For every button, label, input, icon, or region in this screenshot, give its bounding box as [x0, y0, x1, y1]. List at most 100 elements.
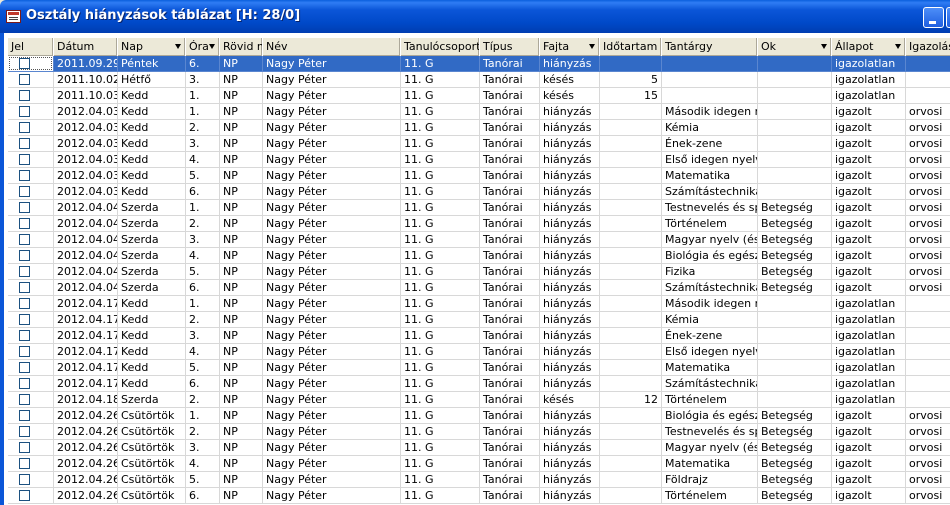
filter-dropdown-icon[interactable]	[589, 44, 595, 49]
cell-idotartam	[600, 152, 662, 168]
table-row[interactable]: 2011.09.29. Péntek 6. NP Nagy Péter 11. G Tanó…	[8, 56, 950, 72]
cell-nev: Nagy Péter	[263, 344, 401, 360]
mark-checkbox[interactable]	[19, 122, 30, 133]
mark-checkbox[interactable]	[19, 90, 30, 101]
mark-checkbox[interactable]	[19, 138, 30, 149]
table-row[interactable]: 2012.04.04. Szerda 5. NP Nagy Péter 11. G Tanó…	[8, 264, 950, 280]
mark-checkbox[interactable]	[19, 346, 30, 357]
mark-checkbox[interactable]	[19, 410, 30, 421]
table-row[interactable]: 2012.04.04. Szerda 1. NP Nagy Péter 11. G Tanó…	[8, 200, 950, 216]
table-row[interactable]: 2011.10.02. Hétfő 3. NP Nagy Péter 11. G Tanór…	[8, 72, 950, 88]
table-row[interactable]: 2011.10.03. Kedd 1. NP Nagy Péter 11. G Tanóra…	[8, 88, 950, 104]
mark-checkbox[interactable]	[19, 234, 30, 245]
mark-checkbox[interactable]	[19, 266, 30, 277]
table-row[interactable]: 2012.04.03. Kedd 5. NP Nagy Péter 11. G Tanóra…	[8, 168, 950, 184]
cell-igazolas	[906, 296, 950, 312]
mark-checkbox[interactable]	[19, 362, 30, 373]
cell-nap: Hétfő	[118, 72, 186, 88]
table-row[interactable]: 2012.04.17. Kedd 1. NP Nagy Péter 11. G Tanóra…	[8, 296, 950, 312]
minimize-button[interactable]	[923, 7, 944, 28]
mark-checkbox[interactable]	[19, 250, 30, 261]
cell-nap: Szerda	[118, 264, 186, 280]
mark-checkbox[interactable]	[19, 218, 30, 229]
mark-checkbox[interactable]	[19, 106, 30, 117]
cell-tipus: Tanórai	[480, 248, 540, 264]
table-row[interactable]: 2012.04.17. Kedd 5. NP Nagy Péter 11. G Tanóra…	[8, 360, 950, 376]
table-row[interactable]: 2012.04.03. Kedd 2. NP Nagy Péter 11. G Tanóra…	[8, 120, 950, 136]
mark-checkbox[interactable]	[19, 170, 30, 181]
mark-checkbox[interactable]	[19, 74, 30, 85]
table-row[interactable]: 2012.04.17. Kedd 2. NP Nagy Péter 11. G Tanóra…	[8, 312, 950, 328]
mark-checkbox[interactable]	[19, 202, 30, 213]
mark-checkbox[interactable]	[19, 330, 30, 341]
table-row[interactable]: 2012.04.18. Szerda 2. NP Nagy Péter 11. G Tanó…	[8, 392, 950, 408]
absence-grid[interactable]: Jel Dátum Nap Óra Rövid név Név Tanulócs…	[0, 33, 950, 505]
column-header-igazolas[interactable]: Igazolás	[906, 38, 950, 56]
table-row[interactable]: 2012.04.17. Kedd 3. NP Nagy Péter 11. G Tanóra…	[8, 328, 950, 344]
cell-ok	[758, 328, 832, 344]
title-bar[interactable]: Osztály hiányzások táblázat [H: 28/0]	[0, 0, 950, 33]
column-header-rovid-nev[interactable]: Rövid név	[220, 38, 263, 56]
table-row[interactable]: 2012.04.17. Kedd 6. NP Nagy Péter 11. G Tanóra…	[8, 376, 950, 392]
cell-datum: 2012.04.17.	[54, 376, 118, 392]
cell-allapot: igazolt	[832, 424, 906, 440]
table-row[interactable]: 2012.04.03. Kedd 4. NP Nagy Péter 11. G Tanóra…	[8, 152, 950, 168]
table-row[interactable]: 2012.04.26. Csütörtök 1. NP Nagy Péter 11. GT…	[8, 408, 950, 424]
mark-checkbox[interactable]	[19, 394, 30, 405]
table-row[interactable]: 2012.04.26. Csütörtök 2. NP Nagy Péter 11. GT…	[8, 424, 950, 440]
cell-fajta: hiányzás	[540, 248, 600, 264]
cell-tipus: Tanórai	[480, 392, 540, 408]
table-row[interactable]: 2012.04.04. Szerda 3. NP Nagy Péter 11. G Tanó…	[8, 232, 950, 248]
mark-checkbox[interactable]	[19, 314, 30, 325]
column-header-fajta[interactable]: Fajta	[540, 38, 600, 56]
filter-dropdown-icon[interactable]	[821, 44, 827, 49]
column-header-ora[interactable]: Óra	[186, 38, 220, 56]
mark-checkbox[interactable]	[19, 298, 30, 309]
column-header-jel[interactable]: Jel	[8, 38, 54, 56]
table-row[interactable]: 2012.04.03. Kedd 3. NP Nagy Péter 11. G Tanóra…	[8, 136, 950, 152]
cell-rovid-nev: NP	[220, 344, 263, 360]
mark-checkbox[interactable]	[19, 378, 30, 389]
column-header-allapot[interactable]: Állapot	[832, 38, 906, 56]
mark-checkbox[interactable]	[19, 458, 30, 469]
column-header-idotartam[interactable]: Időtartam	[600, 38, 662, 56]
filter-dropdown-icon[interactable]	[895, 44, 901, 49]
cell-nap: Szerda	[118, 392, 186, 408]
column-header-tipus[interactable]: Típus	[480, 38, 540, 56]
column-header-datum[interactable]: Dátum	[54, 38, 118, 56]
mark-checkbox[interactable]	[19, 442, 30, 453]
column-header-ok[interactable]: Ok	[758, 38, 832, 56]
column-header-nap[interactable]: Nap	[118, 38, 186, 56]
table-row[interactable]: 2012.04.03. Kedd 6. NP Nagy Péter 11. G Tanóra…	[8, 184, 950, 200]
mark-checkbox[interactable]	[19, 154, 30, 165]
cell-igazolas: orvosi	[906, 472, 950, 488]
column-header-tanulocsoport[interactable]: Tanulócsoport	[401, 38, 480, 56]
table-row[interactable]: 2012.04.03. Kedd 1. NP Nagy Péter 11. G Tanóra…	[8, 104, 950, 120]
cell-allapot: igazolatlan	[832, 88, 906, 104]
mark-checkbox[interactable]	[19, 490, 30, 501]
table-row[interactable]: 2012.04.26. Csütörtök 3. NP Nagy Péter 11. GT…	[8, 440, 950, 456]
table-row[interactable]: 2012.04.04. Szerda 6. NP Nagy Péter 11. G Tanó…	[8, 280, 950, 296]
cell-ok: Betegség	[758, 456, 832, 472]
column-header-nev[interactable]: Név	[263, 38, 401, 56]
filter-dropdown-icon[interactable]	[209, 44, 215, 49]
table-row[interactable]: 2012.04.26. Csütörtök 6. NP Nagy Péter 11. GT…	[8, 488, 950, 504]
mark-checkbox[interactable]	[19, 474, 30, 485]
cell-fajta: hiányzás	[540, 328, 600, 344]
cell-ok	[758, 312, 832, 328]
mark-checkbox[interactable]	[19, 186, 30, 197]
table-row[interactable]: 2012.04.17. Kedd 4. NP Nagy Péter 11. G Tanóra…	[8, 344, 950, 360]
cell-nev: Nagy Péter	[263, 56, 401, 72]
mark-checkbox[interactable]	[19, 282, 30, 293]
table-row[interactable]: 2012.04.26. Csütörtök 4. NP Nagy Péter 11. GT…	[8, 456, 950, 472]
mark-checkbox[interactable]	[19, 426, 30, 437]
cell-fajta: hiányzás	[540, 216, 600, 232]
table-row[interactable]: 2012.04.26. Csütörtök 5. NP Nagy Péter 11. GT…	[8, 472, 950, 488]
filter-dropdown-icon[interactable]	[175, 44, 181, 49]
table-row[interactable]: 2012.04.04. Szerda 4. NP Nagy Péter 11. G Tanó…	[8, 248, 950, 264]
cell-rovid-nev: NP	[220, 88, 263, 104]
maximize-button[interactable]	[946, 7, 950, 28]
table-row[interactable]: 2012.04.04. Szerda 2. NP Nagy Péter 11. G Tanó…	[8, 216, 950, 232]
column-header-tantargy[interactable]: Tantárgy	[662, 38, 758, 56]
cell-tipus: Tanórai	[480, 280, 540, 296]
